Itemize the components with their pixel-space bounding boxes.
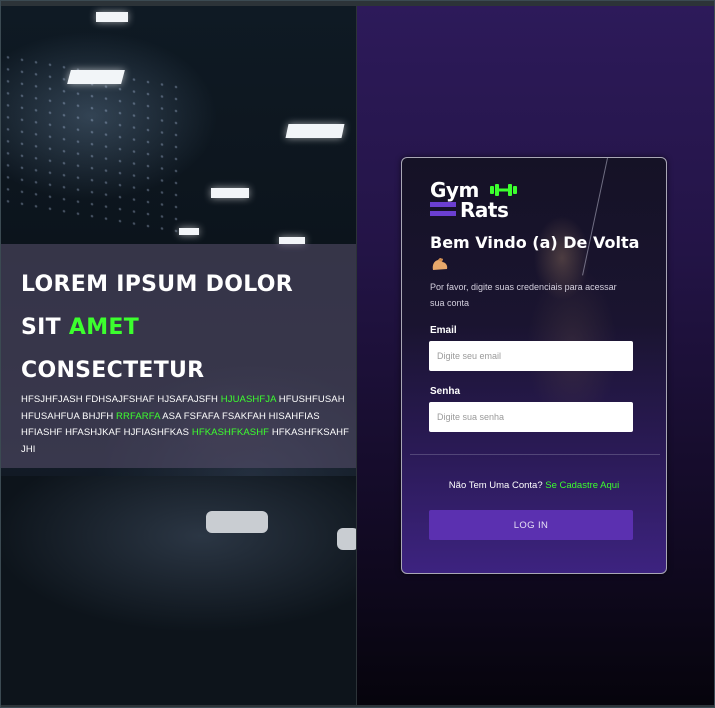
flexed-biceps-icon: [432, 258, 448, 270]
welcome-title-text: Bem Vindo (a) De Volta: [430, 233, 640, 252]
hero-headline-accent: AMET: [68, 315, 140, 340]
login-card: Gym Rats Bem Vindo (a) De Volta Por favo…: [401, 157, 667, 574]
hero-headline-plain: SIT: [21, 315, 69, 340]
gym-rats-logo: Gym Rats: [430, 178, 520, 222]
password-field[interactable]: [429, 402, 633, 432]
ceiling-light: [179, 228, 199, 235]
hero-headline-line1: LOREM IPSUM DOLOR: [21, 272, 293, 297]
athlete-shoe: [337, 528, 356, 550]
signup-link[interactable]: Se Cadastre Aqui: [545, 480, 619, 491]
email-field[interactable]: [429, 341, 633, 371]
ceiling-light: [96, 12, 128, 22]
welcome-title: Bem Vindo (a) De Volta: [430, 232, 640, 276]
hero-body-accent: RRFARFA: [116, 410, 161, 422]
athlete-shoe: [206, 511, 268, 533]
login-subtitle: Por favor, digite suas credenciais para …: [430, 282, 617, 308]
hero-body-accent: HJUASHFJA: [220, 394, 277, 405]
ceiling-light: [279, 237, 305, 244]
signup-prompt-text: Não Tem Uma Conta?: [448, 480, 543, 491]
ceiling-light: [285, 124, 345, 138]
card-divider: [410, 454, 660, 455]
dumbbell-icon: [490, 184, 517, 196]
hero-body-segment: HFSJHFJASH FDHSAJFSHAF HJSAFAJSFH: [21, 394, 221, 405]
login-button[interactable]: LOG IN: [429, 510, 633, 540]
hero-headline-line3: CONSECTETUR: [21, 358, 205, 383]
ceiling-light: [211, 188, 249, 198]
hero-headline-line2: SIT AMET: [21, 315, 139, 340]
logo-word-rats: Rats: [460, 198, 509, 222]
signup-prompt: Não Tem Uma Conta? Se Cadastre Aqui: [402, 480, 666, 491]
password-label: Senha: [430, 386, 461, 397]
card-background-athlete: [492, 178, 642, 478]
logo-bar: [430, 202, 456, 207]
hero-body-accent: HFKASHFKASHF: [191, 427, 270, 438]
hero-body-text: HFSJHFJASH FDHSAJFSHAF HJSAFAJSFH HJUASH…: [21, 392, 356, 458]
logo-bar: [430, 211, 456, 216]
ceiling-light: [67, 70, 125, 84]
email-label: Email: [430, 325, 457, 336]
